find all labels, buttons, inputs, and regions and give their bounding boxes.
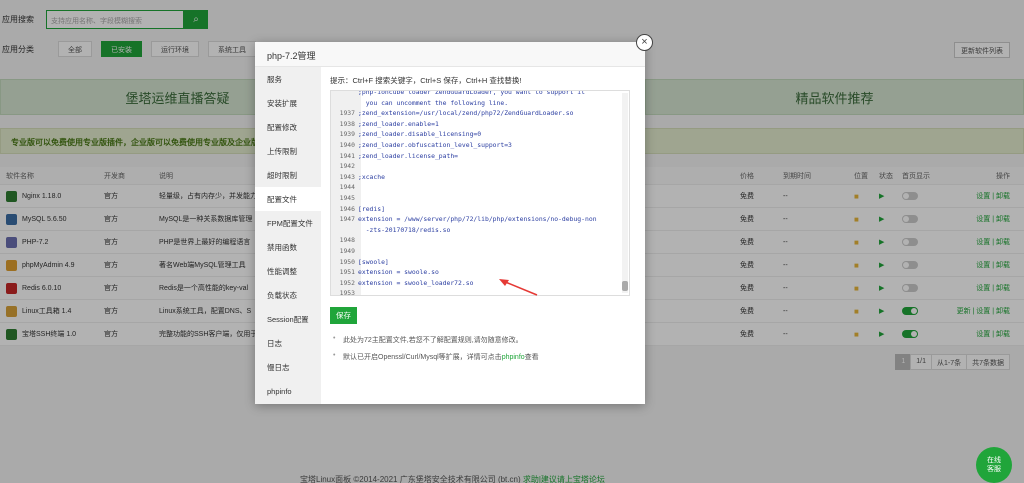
note-main-config: 此处为72主配置文件,若您不了解配置规则,请勿随意修改。 — [333, 335, 633, 345]
code-line: 1937 ;zend_extension=/usr/local/zend/php7… — [331, 108, 623, 119]
line-text: -zts-20170718/redis.so — [358, 225, 451, 234]
editor-scrollbar[interactable] — [622, 93, 628, 293]
note-extensions: 默认已开启Openssl/Curl/Mysql等扩展，详情可点击phpinfo查… — [333, 352, 633, 362]
code-line: 1946 [redis] — [331, 204, 623, 215]
close-icon[interactable]: × — [636, 34, 653, 51]
code-line: 1948 — [331, 235, 623, 246]
line-text: [swoole] — [358, 257, 389, 266]
save-button[interactable]: 保存 — [330, 307, 357, 324]
line-number: 1953 — [339, 289, 355, 296]
line-number: 1940 — [339, 141, 355, 149]
line-number: 1937 — [339, 109, 355, 118]
code-line: ;php-ioncube loader ZendGuardLoader, you… — [331, 90, 623, 98]
line-text: ;zend_loader.disable_licensing=0 — [358, 130, 482, 139]
php-manage-dialog: php-7.2管理 服务 安装扩展 配置修改 上传限制 超时限制 配置文件 FPM配置文件禁… — [255, 42, 645, 404]
line-number: 1950 — [339, 257, 355, 266]
sidebar-item[interactable]: Session配置 — [255, 307, 321, 331]
line-number: 1952 — [339, 278, 355, 287]
line-text: ;zend_loader.license_path= — [358, 151, 459, 160]
sidebar-item[interactable]: 安装扩展 — [255, 91, 321, 115]
line-number: 1947 — [339, 215, 355, 224]
code-line: 1949 — [331, 246, 623, 257]
chat-line2: 客服 — [987, 466, 1001, 473]
sidebar-item[interactable]: 性能调整 — [255, 259, 321, 283]
sidebar-item[interactable]: 配置文件 — [255, 187, 321, 211]
line-number: 1951 — [339, 268, 355, 277]
dialog-content: 提示：Ctrl+F 搜索关键字，Ctrl+S 保存，Ctrl+H 查找替换! ;… — [321, 67, 645, 404]
code-line: you can uncomment the following line. — [331, 98, 623, 109]
sidebar-item[interactable]: 上传限制 — [255, 139, 321, 163]
line-text: extension = swoole_loader72.so — [358, 278, 474, 287]
code-line: 1951 extension = swoole.so — [331, 267, 623, 278]
line-text: you can uncomment the following line. — [358, 98, 509, 107]
line-number: 1948 — [339, 236, 355, 245]
line-text: ;php-ioncube loader ZendGuardLoader, you… — [358, 90, 586, 96]
code-line: 1953 — [331, 288, 623, 296]
phpinfo-link[interactable]: phpinfo — [502, 354, 525, 361]
sidebar-item[interactable]: phpinfo — [255, 379, 321, 403]
code-line: 1947 extension = /www/server/php/72/lib/p… — [331, 214, 623, 225]
line-text: ;zend_loader.obfuscation_level_support=3 — [358, 141, 512, 149]
sidebar-item[interactable]: 服务 — [255, 67, 321, 91]
code-line: 1943 ;xcache — [331, 172, 623, 183]
code-line: 1944 — [331, 182, 623, 193]
code-line: 1940 ;zend_loader.obfuscation_level_suppo… — [331, 140, 623, 151]
sidebar-item[interactable]: FPM配置文件 — [255, 211, 321, 235]
line-number: 1949 — [339, 247, 355, 255]
sidebar-item[interactable]: 禁用函数 — [255, 235, 321, 259]
editor-tip: 提示：Ctrl+F 搜索关键字，Ctrl+S 保存，Ctrl+H 查找替换! — [330, 76, 522, 85]
editor-scrollbar-thumb[interactable] — [622, 281, 628, 291]
line-text: extension = swoole.so — [358, 268, 439, 277]
code-line: 1952 extension = swoole_loader72.so — [331, 278, 623, 289]
dialog-notes: 此处为72主配置文件,若您不了解配置规则,请勿随意修改。 默认已开启Openss… — [333, 335, 633, 369]
code-line: 1939 ;zend_loader.disable_licensing=0 — [331, 129, 623, 140]
line-number: 1938 — [339, 119, 355, 128]
note2-prefix: 默认已开启Openssl/Curl/Mysql等扩展，详情可点击 — [343, 354, 502, 361]
code-line: 1950 [swoole] — [331, 257, 623, 268]
red-arrow-annotation — [499, 279, 538, 296]
line-text: extension = /www/server/php/72/lib/php/e… — [358, 215, 597, 224]
sidebar-item[interactable]: 负载状态 — [255, 283, 321, 307]
line-number: 1942 — [339, 162, 355, 171]
dialog-title: php-7.2管理 — [255, 42, 645, 67]
line-number: 1939 — [339, 130, 355, 139]
arrow-shaft — [502, 280, 538, 296]
note2-suffix: 查看 — [524, 354, 539, 361]
code-line: 1941 ;zend_loader.license_path= — [331, 151, 623, 162]
sidebar-item[interactable]: 配置修改 — [255, 115, 321, 139]
line-number: 1944 — [339, 183, 355, 192]
line-text: ;zend_extension=/usr/local/zend/php72/Ze… — [358, 109, 574, 118]
line-text: ;zend_loader.enable=1 — [358, 119, 439, 128]
chat-line1: 在线 — [987, 457, 1001, 464]
code-line: 1938 ;zend_loader.enable=1 — [331, 119, 623, 130]
code-line: -zts-20170718/redis.so — [331, 225, 623, 236]
sidebar-item[interactable]: 超时限制 — [255, 163, 321, 187]
sidebar-item[interactable]: 日志 — [255, 331, 321, 355]
line-number: 1946 — [339, 204, 355, 213]
code-line: 1942 — [331, 161, 623, 172]
dialog-sidebar: 服务 安装扩展 配置修改 上传限制 超时限制 配置文件 FPM配置文件 禁用函数 性能调整 负载状… — [255, 67, 321, 404]
line-text: [redis] — [358, 204, 385, 213]
line-number: 1941 — [339, 151, 355, 160]
sidebar-item[interactable]: 慢日志 — [255, 355, 321, 379]
line-text: ;xcache — [358, 172, 385, 181]
config-editor[interactable]: ;php-ioncube loader ZendGuardLoader, you… — [330, 90, 630, 296]
online-support-button[interactable]: 在线 客服 — [976, 447, 1012, 483]
line-number: 1943 — [339, 172, 355, 181]
code-line: 1945 — [331, 193, 623, 204]
line-number: 1945 — [339, 194, 355, 202]
